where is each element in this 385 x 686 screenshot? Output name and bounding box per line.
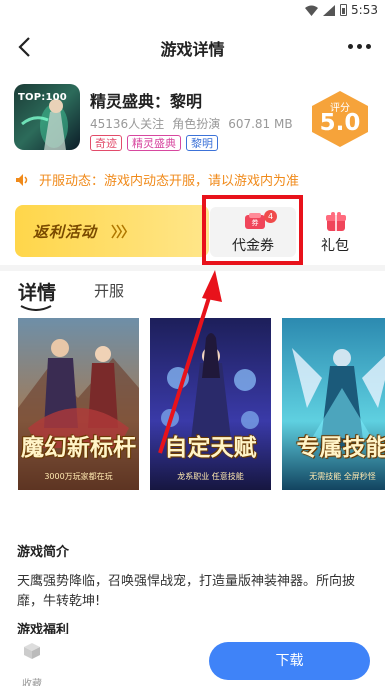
- chevrons-right-icon: 〉〉〉: [111, 225, 135, 241]
- score-value: 5.0: [319, 110, 361, 136]
- screenshot-1[interactable]: 魔幻新标杆 3000万玩家都在玩: [18, 318, 139, 490]
- rebate-label: 返利活动: [33, 223, 98, 241]
- highlight-box: [202, 195, 303, 265]
- favorite-label: 收藏: [22, 679, 42, 686]
- download-button[interactable]: 下载: [209, 642, 370, 680]
- screenshot-subcaption: 3000万玩家都在玩: [44, 472, 113, 481]
- bottom-action-bar: 收藏 下载: [0, 634, 385, 686]
- rebate-activity-button[interactable]: 返利活动 〉〉〉: [15, 205, 209, 257]
- server-notice-text: 开服动态：游戏内动态开服，请以游戏内为准: [39, 174, 300, 189]
- cube-icon: [24, 643, 40, 659]
- wifi-icon: [305, 5, 318, 16]
- status-time: 5:53: [351, 3, 378, 17]
- intro-text: 天鹰强势降临，召唤强悍战宠，打造量版神装神器。所向披靡，牛转乾坤!: [17, 574, 356, 609]
- game-tags: 奇迹 精灵盛典 黎明: [90, 135, 218, 151]
- top-nav: 游戏详情: [0, 22, 385, 72]
- game-detail-page: 5:53 游戏详情 TOP:100 精灵盛典：黎明 45136人关注 角色扮演 …: [0, 0, 385, 686]
- game-name: 精灵盛典：黎明: [90, 92, 203, 111]
- more-options-button[interactable]: [345, 34, 373, 58]
- gift-icon: [326, 212, 346, 231]
- screenshot-3-art: [282, 318, 385, 490]
- tab-active-indicator: [20, 305, 52, 311]
- server-notice: 开服动态：游戏内动态开服，请以游戏内为准: [16, 170, 299, 189]
- game-icon: TOP:100: [14, 84, 80, 150]
- signal-icon: [323, 4, 335, 16]
- page-title: 游戏详情: [160, 40, 225, 59]
- more-dot-icon: [347, 43, 353, 49]
- intro-title: 游戏简介: [17, 545, 70, 560]
- screenshot-1-art: [18, 318, 139, 490]
- game-tag[interactable]: 精灵盛典: [127, 135, 181, 151]
- more-dot-icon: [356, 43, 362, 49]
- gift-pack-button[interactable]: 礼包: [300, 207, 370, 257]
- game-tag[interactable]: 黎明: [186, 135, 218, 151]
- tab-detail[interactable]: 详情: [18, 278, 56, 305]
- game-tag[interactable]: 奇迹: [90, 135, 122, 151]
- game-genre: 角色扮演: [172, 117, 221, 131]
- screenshot-subcaption: 无需技能 全屏秒怪: [309, 472, 376, 481]
- game-meta: 45136人关注 角色扮演 607.81 MB: [90, 115, 293, 132]
- game-size: 607.81 MB: [228, 117, 293, 131]
- screenshot-3[interactable]: 专属技能 无需技能 全屏秒怪: [282, 318, 385, 490]
- screenshot-caption: 魔幻新标杆: [21, 435, 136, 461]
- tab-open-server[interactable]: 开服: [94, 280, 124, 301]
- screenshot-caption: 专属技能: [296, 435, 385, 461]
- annotation-arrow-icon: [158, 270, 222, 454]
- followers-count: 45136人关注: [90, 117, 165, 131]
- gift-label: 礼包: [321, 238, 349, 254]
- activity-bar: 返利活动 〉〉〉 券 4 代金券 礼包: [15, 205, 370, 257]
- speaker-icon: [16, 173, 28, 186]
- status-bar: 5:53: [0, 0, 385, 22]
- battery-icon: [340, 4, 347, 16]
- screenshot-subcaption: 龙系职业 任意技能: [177, 472, 244, 481]
- game-rank-tag: TOP:100: [18, 92, 67, 103]
- favorite-button[interactable]: 收藏: [12, 642, 52, 686]
- score-badge: 评分 5.0: [309, 90, 371, 148]
- more-dot-icon: [365, 43, 371, 49]
